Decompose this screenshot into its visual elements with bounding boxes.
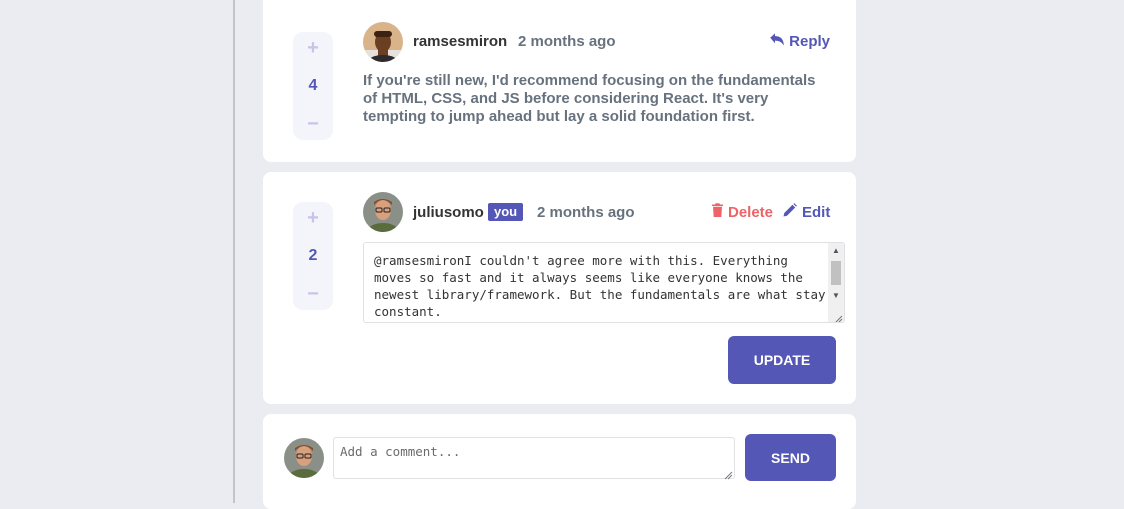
current-user-avatar bbox=[284, 438, 324, 478]
scroll-thumb[interactable] bbox=[831, 261, 841, 285]
comment-username[interactable]: ramsesmiron bbox=[413, 33, 507, 50]
vote-count: 2 bbox=[308, 247, 318, 264]
edit-button[interactable]: Edit bbox=[783, 203, 830, 221]
downvote-button[interactable]: − bbox=[307, 114, 319, 134]
downvote-button[interactable]: − bbox=[307, 284, 319, 304]
edit-comment-textarea[interactable]: @ramsesmironI couldn't agree more with t… bbox=[363, 242, 845, 323]
reply-button[interactable]: Reply bbox=[770, 33, 830, 50]
vote-widget: + 4 − bbox=[293, 32, 333, 140]
you-badge: you bbox=[488, 203, 524, 221]
avatar bbox=[363, 22, 403, 62]
reply-thread-line bbox=[233, 0, 235, 503]
comment-card-ramsesmiron: + 4 − ramsesmiron 2 months ago Reply If … bbox=[263, 0, 856, 162]
comment-content: If you're still new, I'd recommend focus… bbox=[363, 72, 816, 125]
reply-arrow-icon bbox=[770, 33, 784, 50]
reply-label: Reply bbox=[789, 33, 830, 50]
comment-timestamp: 2 months ago bbox=[537, 204, 635, 221]
delete-label: Delete bbox=[728, 203, 774, 221]
delete-button[interactable]: Delete bbox=[712, 203, 773, 221]
scroll-up-arrow-icon[interactable]: ▲ bbox=[828, 244, 844, 258]
scroll-down-arrow-icon[interactable]: ▼ bbox=[828, 289, 844, 303]
comment-card-juliusomo: + 2 − juliusomo you 2 months ago Delete … bbox=[263, 172, 856, 404]
upvote-button[interactable]: + bbox=[307, 38, 319, 58]
comment-username[interactable]: juliusomo bbox=[413, 204, 484, 221]
vote-widget: + 2 − bbox=[293, 202, 333, 310]
upvote-button[interactable]: + bbox=[307, 208, 319, 228]
pencil-icon bbox=[783, 203, 797, 221]
send-button[interactable]: SEND bbox=[745, 434, 836, 481]
add-comment-placeholder: Add a comment... bbox=[340, 444, 461, 459]
resize-grip-icon[interactable] bbox=[723, 467, 733, 480]
avatar bbox=[363, 192, 403, 232]
comment-timestamp: 2 months ago bbox=[518, 33, 616, 50]
edit-comment-text: @ramsesmironI couldn't agree more with t… bbox=[374, 253, 826, 319]
add-comment-input[interactable]: Add a comment... bbox=[333, 437, 735, 480]
trash-icon bbox=[712, 203, 723, 221]
add-comment-card: Add a comment... SEND bbox=[263, 414, 856, 509]
resize-grip-icon[interactable] bbox=[833, 311, 843, 322]
edit-label: Edit bbox=[802, 203, 831, 221]
vote-count: 4 bbox=[308, 77, 318, 94]
update-button[interactable]: UPDATE bbox=[728, 336, 836, 384]
